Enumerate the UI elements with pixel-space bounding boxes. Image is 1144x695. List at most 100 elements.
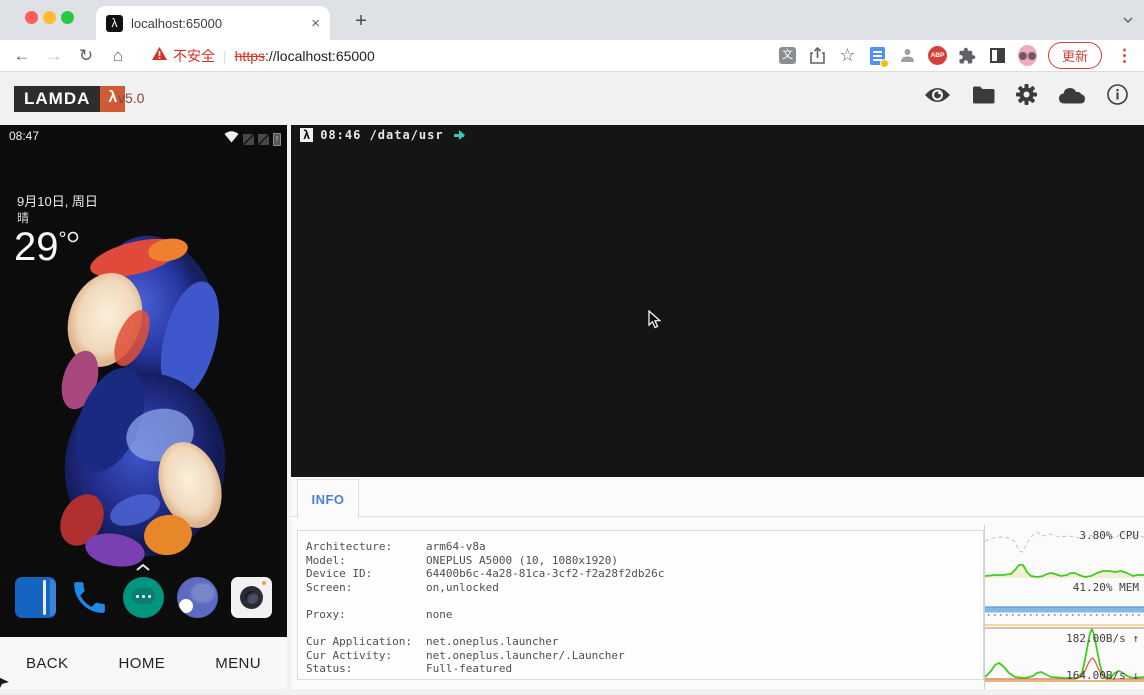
info-row: Architecture: arm64-v8a <box>306 540 975 554</box>
mem-band <box>985 607 1144 613</box>
new-tab-button[interactable]: + <box>348 10 374 33</box>
status-time: 08:47 <box>9 129 40 143</box>
browser-toolbar: ← → ↻ ⌂ 不安全 | https://localhost:65000 文 … <box>0 40 1144 72</box>
info-row-label <box>306 622 426 636</box>
no-signal-icon <box>243 133 254 145</box>
window-titlebar: λ localhost:65000 × + <box>0 0 1144 40</box>
no-signal-icon <box>258 133 269 145</box>
gallery-app-icon[interactable] <box>177 577 219 618</box>
mem-label: 41.20% MEM <box>1072 581 1139 594</box>
info-row: Model: ONEPLUS A5000 (10, 1080x1920) <box>306 554 975 568</box>
info-row-label <box>306 594 426 608</box>
close-window-button[interactable] <box>25 11 38 24</box>
back-button[interactable]: BACK <box>26 655 68 672</box>
info-row: Cur Activity: net.oneplus.launcher/.Launc… <box>306 649 975 663</box>
mouse-cursor <box>648 309 664 335</box>
info-row-label: Model: <box>306 553 346 567</box>
terminal-panel[interactable]: λ 08:46 /data/usr <box>291 125 1144 477</box>
translate-icon[interactable]: 文 <box>778 46 797 65</box>
device-info-panel: Architecture: arm64-v8a Model: ONEPLUS A500… <box>297 530 984 680</box>
info-icon[interactable] <box>1107 84 1128 105</box>
info-row-value: net.oneplus.launcher/.Launcher <box>426 648 625 662</box>
tab-info[interactable]: INFO <box>297 479 359 518</box>
gear-icon[interactable] <box>1016 84 1037 105</box>
info-row-label: Cur Application: <box>306 635 412 649</box>
security-chip[interactable]: 不安全 | https://localhost:65000 <box>152 46 375 66</box>
browser-tab[interactable]: λ localhost:65000 × <box>96 6 330 40</box>
back-icon[interactable]: ← <box>6 46 38 66</box>
forward-icon[interactable]: → <box>38 46 70 66</box>
device-nav-bar: BACK HOME MENU <box>0 637 287 689</box>
profile-avatar[interactable] <box>1017 45 1037 66</box>
bookmark-star-icon[interactable]: ☆ <box>838 45 857 65</box>
update-button[interactable]: 更新 <box>1047 42 1102 69</box>
performance-graphs: 3.80% CPU 41.20% MEM 182.00B/s ↑ 164.00B… <box>984 525 1144 689</box>
extensions-puzzle-icon[interactable] <box>958 46 977 65</box>
info-row-label: Proxy: <box>306 607 346 621</box>
perf-sparklines <box>985 531 1144 682</box>
phone-app-icon[interactable] <box>69 577 110 618</box>
version-label: v5.0 <box>118 90 145 106</box>
bottom-panel: INFO Architecture: arm64-v8a Model: ONEPLUS… <box>291 477 1144 689</box>
contacts-app-icon[interactable] <box>14 577 56 618</box>
camera-app-icon[interactable] <box>231 577 273 618</box>
terminal-prompt: λ 08:46 /data/usr <box>300 128 465 142</box>
info-row-value: net.oneplus.launcher <box>426 635 559 649</box>
info-row-value: on,unlocked <box>426 580 499 594</box>
chevron-down-icon[interactable] <box>1122 14 1134 26</box>
menu-kebab-icon[interactable]: ⋮ <box>1113 46 1136 66</box>
folder-icon[interactable] <box>972 86 995 104</box>
info-row: Screen: on,unlocked <box>306 581 975 595</box>
prompt-text: 08:46 /data/usr <box>320 128 444 142</box>
info-row <box>306 594 975 608</box>
date-widget: 9月10日, 周日 <box>17 194 98 209</box>
maximize-window-button[interactable] <box>61 11 74 24</box>
tab-close-icon[interactable]: × <box>311 15 320 32</box>
dock <box>0 577 287 618</box>
android-statusbar: 08:47 ! <box>0 125 287 147</box>
lambda-favicon-icon: λ <box>106 14 123 32</box>
temperature-widget: 29° <box>14 225 67 269</box>
tab-title: localhost:65000 <box>131 15 223 31</box>
info-row-value: Full-featured <box>426 662 513 676</box>
wallpaper-art <box>60 231 226 567</box>
info-row: Device ID: 64400b6c-4a28-81ca-3cf2-f2a28f… <box>306 567 975 581</box>
info-row-label: Device ID: <box>306 567 373 581</box>
prompt-arrow-icon <box>453 130 465 140</box>
info-row <box>306 622 975 636</box>
menu-button[interactable]: MENU <box>215 655 261 672</box>
home-button[interactable]: HOME <box>119 655 166 672</box>
battery-alert-icon: ! <box>273 132 281 146</box>
not-secure-label: 不安全 <box>173 47 215 64</box>
app-header: LAMDA λ v5.0 <box>0 72 1144 125</box>
net-up-label: 182.00B/s ↑ <box>1066 632 1139 645</box>
download-doc-extension-icon[interactable] <box>868 46 889 68</box>
device-screen-mirror[interactable]: 08:47 ! 9月10日, 周日 晴 29° <box>0 125 287 637</box>
adblock-plus-icon[interactable]: ABP <box>927 46 947 65</box>
minimize-window-button[interactable] <box>43 11 56 24</box>
messages-app-icon[interactable] <box>122 577 164 618</box>
logo-text: LAMDA <box>14 86 101 112</box>
info-row-value: ONEPLUS A5000 (10, 1080x1920) <box>426 553 619 567</box>
home-icon[interactable]: ⌂ <box>102 46 134 66</box>
app-drawer-chevron-icon[interactable] <box>135 559 151 577</box>
reload-icon[interactable]: ↻ <box>70 46 102 66</box>
person-extension-icon[interactable] <box>898 46 917 65</box>
wifi-icon <box>224 130 239 148</box>
lamda-logo: LAMDA λ <box>14 86 126 112</box>
cloud-icon[interactable] <box>1058 85 1086 104</box>
warning-triangle-icon <box>152 46 167 65</box>
info-row: Status: Full-featured <box>306 662 975 676</box>
toolbar-extensions: 文 ☆ ABP 更新 ⋮ <box>778 42 1144 69</box>
info-row-label: Architecture: <box>306 540 393 553</box>
share-icon[interactable] <box>808 46 827 65</box>
reader-mode-icon[interactable] <box>988 46 1007 65</box>
eye-icon[interactable] <box>924 86 951 104</box>
corner-cursor-artifact <box>0 676 10 695</box>
info-row: Proxy: none <box>306 608 975 622</box>
info-row-label: Status: <box>306 662 353 676</box>
info-row-value: arm64-v8a <box>426 540 486 553</box>
info-row-label: Screen: <box>306 580 353 594</box>
url-text[interactable]: ://localhost:65000 <box>265 48 375 64</box>
info-row-value: 64400b6c-4a28-81ca-3cf2-f2a28f2db26c <box>426 567 665 581</box>
